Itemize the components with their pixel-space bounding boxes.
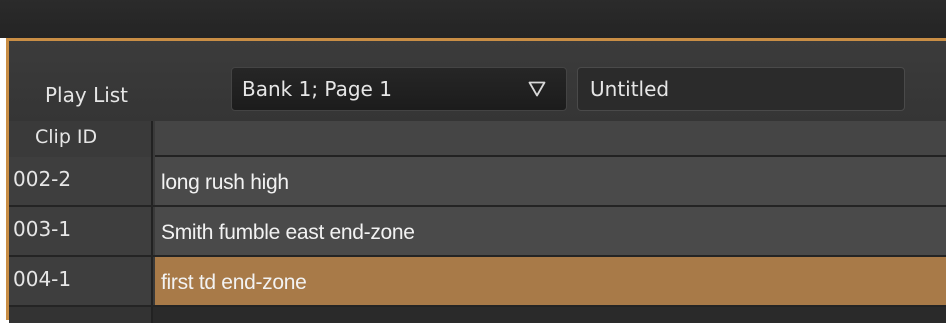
- clip-id-text: 002-2: [13, 167, 72, 191]
- top-toolbar: [0, 0, 946, 38]
- empty-clip-id-cell: [9, 307, 153, 323]
- playlist-header: Play List Bank 1; Page 1 Untitled: [9, 41, 946, 121]
- table-row[interactable]: 002-2 long rush high: [9, 157, 946, 207]
- column-header-clip-id-label: Clip ID: [35, 126, 98, 148]
- playlist-title-value: Untitled: [590, 77, 670, 101]
- clip-id-cell: 002-2: [9, 157, 153, 205]
- chevron-down-icon: [528, 81, 546, 97]
- table-row[interactable]: 003-1 Smith fumble east end-zone: [9, 207, 946, 257]
- playlist-title-field[interactable]: Untitled: [577, 67, 905, 111]
- clip-description-text: first td end-zone: [161, 271, 307, 294]
- column-header-clip-id[interactable]: Clip ID: [9, 121, 153, 157]
- column-header-description[interactable]: [155, 121, 946, 157]
- clip-id-text: 003-1: [13, 217, 72, 241]
- table-column-headers: Clip ID: [9, 121, 946, 157]
- playlist-label: Play List: [45, 83, 129, 107]
- clip-description-cell: Smith fumble east end-zone: [155, 207, 946, 255]
- clip-id-cell: 003-1: [9, 207, 153, 255]
- clip-description-cell: first td end-zone: [155, 257, 946, 305]
- clip-description-text: long rush high: [161, 171, 289, 194]
- clip-id-cell: 004-1: [9, 257, 153, 305]
- clip-id-text: 004-1: [13, 267, 72, 291]
- playlist-panel: Play List Bank 1; Page 1 Untitled Clip I…: [6, 38, 946, 323]
- bank-page-select-value: Bank 1; Page 1: [242, 77, 392, 101]
- clip-description-cell: long rush high: [155, 157, 946, 205]
- table-row-selected[interactable]: 004-1 first td end-zone: [9, 257, 946, 307]
- clip-list: 002-2 long rush high 003-1 Smith fumble …: [9, 157, 946, 307]
- empty-row-area: [9, 307, 946, 323]
- clip-description-text: Smith fumble east end-zone: [161, 221, 415, 244]
- bank-page-select[interactable]: Bank 1; Page 1: [231, 67, 567, 111]
